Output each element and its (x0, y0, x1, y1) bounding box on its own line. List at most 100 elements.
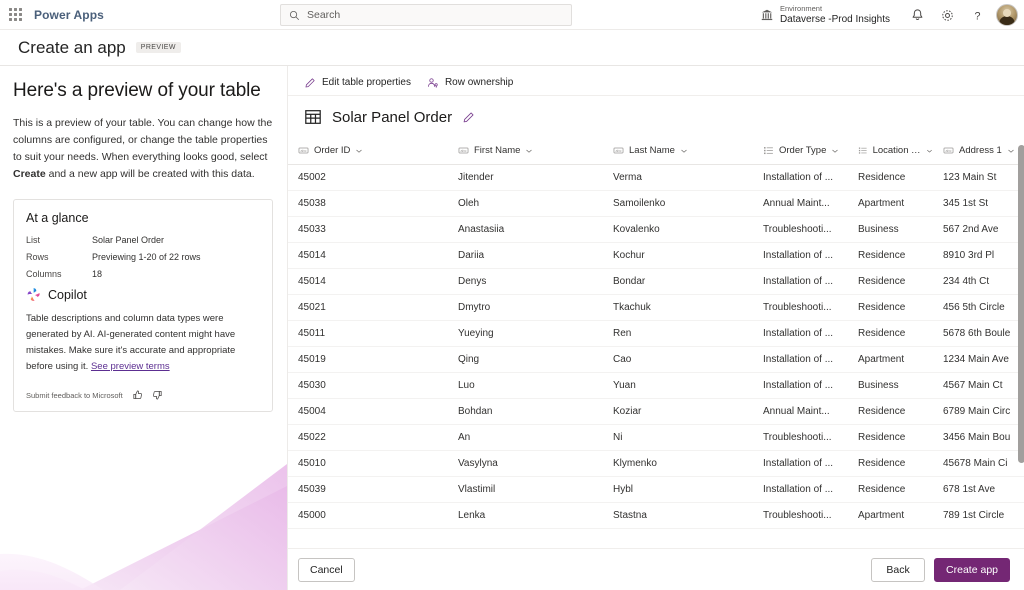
cell-first-name: Anastasiia (448, 216, 603, 242)
data-grid: abc Order ID abc Firs (288, 138, 1024, 529)
help-button[interactable]: ? (962, 0, 992, 30)
column-header-last-name[interactable]: abc Last Name (603, 138, 753, 164)
grid-body: 45002 Jitender Verma Installation of ...… (288, 164, 1024, 528)
table-row[interactable]: 45010 Vasylyna Klymenko Installation of … (288, 450, 1024, 476)
cell-order-type: Installation of ... (753, 450, 848, 476)
table-row[interactable]: 45033 Anastasiia Kovalenko Troubleshooti… (288, 216, 1024, 242)
cell-location-type: Residence (848, 320, 933, 346)
table-title-row: Solar Panel Order (288, 96, 1024, 138)
global-search[interactable]: Search (280, 4, 572, 26)
left-info-panel: Here's a preview of your table This is a… (0, 66, 287, 590)
table-row[interactable]: 45030 Luo Yuan Installation of ... Busin… (288, 372, 1024, 398)
cell-first-name: Yueying (448, 320, 603, 346)
cell-first-name: Vasylyna (448, 450, 603, 476)
column-header-order-type[interactable]: Order Type (753, 138, 848, 164)
svg-text:abc: abc (461, 149, 467, 153)
cell-first-name: Bohdan (448, 398, 603, 424)
table-row[interactable]: 45000 Lenka Stastna Troubleshooti... Apa… (288, 502, 1024, 528)
row-ownership-button[interactable]: Row ownership (427, 77, 513, 89)
table-row[interactable]: 45011 Yueying Ren Installation of ... Re… (288, 320, 1024, 346)
table-row[interactable]: 45014 Dariia Kochur Installation of ... … (288, 242, 1024, 268)
rename-table-button[interactable] (462, 111, 475, 124)
thumbs-down-button[interactable] (151, 389, 163, 401)
settings-button[interactable] (932, 0, 962, 30)
chevron-down-icon (355, 147, 363, 155)
chevron-down-icon (525, 147, 533, 155)
left-heading: Here's a preview of your table (13, 80, 273, 102)
table-row[interactable]: 45039 Vlastimil Hybl Installation of ...… (288, 476, 1024, 502)
cell-address-1: 567 2nd Ave (933, 216, 1024, 242)
page-header: Create an app PREVIEW (0, 30, 1024, 66)
notifications-button[interactable] (902, 0, 932, 30)
footer-action-bar: Cancel Back Create app (288, 548, 1024, 590)
page-title: Create an app (18, 38, 126, 58)
column-header-first-name[interactable]: abc First Name (448, 138, 603, 164)
glance-key-columns: Columns (26, 269, 92, 279)
chevron-down-icon (680, 147, 688, 155)
cell-first-name: An (448, 424, 603, 450)
edit-table-properties-button[interactable]: Edit table properties (304, 77, 411, 89)
cell-first-name: Vlastimil (448, 476, 603, 502)
column-header-label: Location Ty... (873, 145, 921, 156)
back-button[interactable]: Back (871, 558, 925, 582)
cell-order-type: Troubleshooti... (753, 424, 848, 450)
table-row[interactable]: 45021 Dmytro Tkachuk Troubleshooti... Re… (288, 294, 1024, 320)
column-header-label: Order Type (779, 145, 826, 156)
cell-order-type: Troubleshooti... (753, 216, 848, 242)
user-avatar[interactable] (996, 4, 1018, 26)
left-panel-content: Here's a preview of your table This is a… (0, 66, 287, 412)
cell-order-id: 45039 (288, 476, 448, 502)
table-row[interactable]: 45022 An Ni Troubleshooti... Residence 3… (288, 424, 1024, 450)
cell-last-name: Ni (603, 424, 753, 450)
cancel-button[interactable]: Cancel (298, 558, 355, 582)
copilot-disclaimer: Table descriptions and column data types… (26, 311, 260, 375)
cell-order-id: 45004 (288, 398, 448, 424)
cell-order-id: 45022 (288, 424, 448, 450)
choice-list-icon (858, 145, 868, 156)
app-launcher-button[interactable] (0, 0, 30, 30)
cell-first-name: Lenka (448, 502, 603, 528)
thumbs-down-icon (151, 389, 163, 401)
cell-address-1: 6789 Main Circ (933, 398, 1024, 424)
table-row[interactable]: 45002 Jitender Verma Installation of ...… (288, 164, 1024, 190)
create-app-button[interactable]: Create app (934, 558, 1010, 582)
cell-last-name: Bondar (603, 268, 753, 294)
cell-order-type: Troubleshooti... (753, 294, 848, 320)
left-intro: This is a preview of your table. You can… (13, 115, 273, 183)
column-header-label: Order ID (314, 145, 350, 156)
table-row[interactable]: 45038 Oleh Samoilenko Annual Maint... Ap… (288, 190, 1024, 216)
cell-location-type: Residence (848, 450, 933, 476)
cell-order-type: Annual Maint... (753, 398, 848, 424)
cell-last-name: Yuan (603, 372, 753, 398)
cell-order-id: 45014 (288, 268, 448, 294)
environment-picker[interactable]: Environment Dataverse -Prod Insights (760, 5, 890, 25)
cell-address-1: 4567 Main Ct (933, 372, 1024, 398)
waffle-icon (9, 8, 22, 21)
table-row[interactable]: 45004 Bohdan Koziar Annual Maint... Resi… (288, 398, 1024, 424)
column-header-address-1[interactable]: abc Address 1 (933, 138, 1024, 164)
cell-address-1: 234 4th Ct (933, 268, 1024, 294)
column-header-order-id[interactable]: abc Order ID (288, 138, 448, 164)
left-intro-part1: This is a preview of your table. You can… (13, 117, 272, 163)
cell-order-id: 45033 (288, 216, 448, 242)
glance-row-list: List Solar Panel Order (26, 235, 260, 245)
brand-power-apps[interactable]: Power Apps (34, 8, 104, 22)
search-placeholder: Search (307, 9, 340, 21)
cell-location-type: Residence (848, 242, 933, 268)
see-preview-terms-link[interactable]: See preview terms (91, 361, 170, 372)
choice-list-icon (763, 145, 774, 156)
table-row[interactable]: 45014 Denys Bondar Installation of ... R… (288, 268, 1024, 294)
environment-label: Environment (780, 5, 890, 14)
column-header-label: First Name (474, 145, 520, 156)
text-field-icon: abc (458, 145, 469, 156)
cell-location-type: Apartment (848, 190, 933, 216)
table-row[interactable]: 45019 Qing Cao Installation of ... Apart… (288, 346, 1024, 372)
copilot-title: Copilot (48, 288, 87, 302)
grid-vertical-scrollbar[interactable] (1018, 145, 1024, 463)
thumbs-up-button[interactable] (132, 389, 144, 401)
column-header-location-type[interactable]: Location Ty... (848, 138, 933, 164)
left-intro-part2: and a new app will be created with this … (46, 168, 255, 180)
cell-order-id: 45002 (288, 164, 448, 190)
cell-first-name: Dariia (448, 242, 603, 268)
cell-address-1: 45678 Main Ci (933, 450, 1024, 476)
